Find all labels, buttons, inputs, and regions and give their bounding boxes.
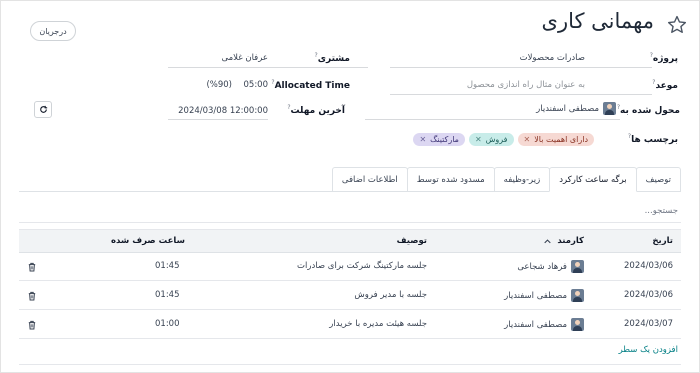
tag-chip[interactable]: فروش ✕ — [468, 133, 514, 146]
customer-label: مشتری? — [314, 52, 350, 64]
trash-icon[interactable] — [28, 262, 36, 272]
assignee-label: محول شده به? — [616, 104, 680, 116]
row-hours: 01:00 — [155, 319, 180, 329]
tab-0[interactable]: توصیف — [635, 167, 681, 192]
row-hours: 01:45 — [155, 261, 180, 271]
assignee-underline — [365, 119, 620, 120]
tag-label: فروش — [485, 135, 508, 144]
last-deadline-label: آخرین مهلت? — [287, 104, 345, 116]
employee-avatar — [571, 260, 584, 273]
search-input[interactable]: جستجو... — [378, 206, 678, 216]
tab-1[interactable]: برگه ساعت کارکرد — [549, 167, 637, 192]
row-description: جلسه با مدیر فروش — [354, 290, 427, 300]
column-hours[interactable]: ساعت صرف شده — [111, 236, 185, 246]
column-employee-label: کارمند — [557, 236, 584, 246]
assignee-field[interactable]: مصطفی اسفندیار — [536, 102, 616, 115]
row-date: 2024/03/07 — [624, 319, 673, 329]
customer-field[interactable]: عرفان غلامی — [221, 53, 268, 63]
assignee-avatar — [603, 102, 616, 115]
tag-remove-icon[interactable]: ✕ — [475, 135, 482, 144]
favorite-star-icon[interactable] — [666, 14, 688, 36]
column-description[interactable]: توصیف — [397, 236, 427, 246]
employee-avatar — [571, 318, 584, 331]
assignee-name: مصطفی اسفندیار — [536, 103, 599, 114]
row-employee-name: مصطفی اسفندیار — [504, 319, 567, 330]
allocated-time-field[interactable]: 05:00 — [244, 80, 269, 90]
tags-label: برچسب ها? — [627, 133, 678, 145]
tag-remove-icon[interactable]: ✕ — [524, 135, 531, 144]
task-title[interactable]: مهمانی کاری — [542, 9, 654, 33]
column-date[interactable]: تاریخ — [652, 236, 673, 246]
table-row[interactable]: 2024/03/06 فرهاد شجاعی جلسه مارکتینگ شرکت … — [19, 253, 681, 281]
project-field[interactable]: صادرات محصولات — [520, 53, 585, 63]
deadline-field[interactable]: به عنوان مثال راه اندازی محصول — [467, 80, 585, 90]
allocated-time-label: Allocated Time? — [271, 79, 350, 91]
table-row[interactable]: 2024/03/07 مصطفی اسفندیار جلسه هیئت مدیره … — [19, 311, 681, 339]
tag-chip[interactable]: مارکتینگ ✕ — [413, 133, 465, 146]
row-employee[interactable]: مصطفی اسفندیار — [504, 289, 584, 302]
tab-4[interactable]: اطلاعات اضافی — [331, 167, 408, 192]
tags-field[interactable]: دارای اهمیت بالا ✕ فروش ✕ مارکتینگ ✕ — [413, 133, 594, 146]
trash-icon[interactable] — [28, 320, 36, 330]
row-employee[interactable]: مصطفی اسفندیار — [504, 318, 584, 331]
table-header: تاریخ کارمند توصیف ساعت صرف شده — [19, 229, 681, 253]
refresh-icon — [39, 105, 47, 113]
row-hours: 01:45 — [155, 290, 180, 300]
deadline-label: موعد? — [652, 79, 678, 91]
search-underline — [19, 222, 681, 223]
tab-2[interactable]: زیر-وظیفه — [493, 167, 551, 192]
allocated-percent: (%90) — [206, 80, 232, 90]
row-date: 2024/03/06 — [624, 290, 673, 300]
tag-chip[interactable]: دارای اهمیت بالا ✕ — [517, 133, 594, 146]
row-date: 2024/03/06 — [624, 261, 673, 271]
table-row[interactable]: 2024/03/06 مصطفی اسفندیار جلسه با مدیر فرو… — [19, 282, 681, 310]
customer-underline — [168, 67, 368, 68]
refresh-button[interactable] — [34, 101, 52, 118]
tag-remove-icon[interactable]: ✕ — [419, 135, 426, 144]
row-employee[interactable]: فرهاد شجاعی — [517, 260, 584, 273]
row-description: جلسه هیئت مدیره با خریدار — [329, 319, 427, 329]
tag-label: مارکتینگ — [430, 135, 459, 144]
trash-icon[interactable] — [28, 291, 36, 301]
project-label: پروژه? — [649, 52, 678, 64]
deadline-underline — [390, 94, 652, 95]
last-deadline-field[interactable]: 2024/03/08 12:00:00 — [178, 106, 268, 116]
table-bottom-border — [19, 364, 681, 365]
last-deadline-underline — [168, 119, 268, 120]
employee-avatar — [571, 289, 584, 302]
row-description: جلسه مارکتینگ شرکت برای صادرات — [297, 261, 427, 271]
column-employee[interactable]: کارمند — [544, 236, 584, 246]
project-underline — [390, 67, 652, 68]
add-line-link[interactable]: افزودن یک سطر — [619, 345, 678, 355]
notebook-tabs: توصیف برگه ساعت کارکرد زیر-وظیفه مسدود شده … — [331, 167, 681, 192]
stage-button[interactable]: درجریان — [30, 21, 76, 41]
row-employee-name: فرهاد شجاعی — [517, 261, 567, 272]
tab-3[interactable]: مسدود شده توسط — [406, 167, 495, 192]
sort-ascending-icon — [544, 238, 551, 243]
tag-label: دارای اهمیت بالا — [534, 135, 588, 144]
row-employee-name: مصطفی اسفندیار — [504, 290, 567, 301]
